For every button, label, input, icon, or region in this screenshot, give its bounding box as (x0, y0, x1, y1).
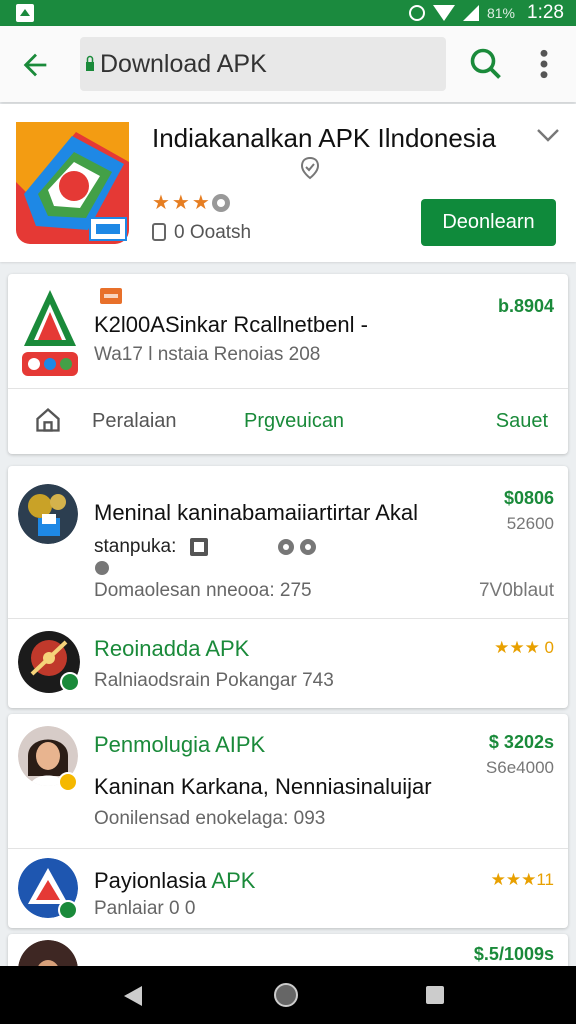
nav-back-icon[interactable] (124, 986, 142, 1006)
search-query: Download APK (100, 50, 267, 78)
search-icon[interactable] (468, 46, 504, 82)
info-icon (95, 561, 109, 575)
featured-subtitle: Wa17 l nstaia Renoias 208 (94, 344, 321, 365)
list-item[interactable]: Payionlasia APK Panlaiar 0 0 ★★★11 (8, 848, 568, 928)
list-item-title: Reoinadda APK (94, 636, 250, 661)
list-item[interactable]: Meninal kaninabamaiiartirtar Akal stanpu… (8, 466, 568, 618)
verified-shield-icon (300, 156, 320, 180)
back-arrow-icon[interactable] (18, 48, 52, 82)
app-header: Indiakanalkan APK Ilndonesia ★★★ 0 Ooats… (0, 104, 576, 262)
featured-title[interactable]: K2l00ASinkar Rcallnetbenl - (94, 312, 368, 338)
install-badge-icon (58, 900, 78, 920)
chevron-down-icon[interactable] (536, 126, 560, 144)
tab-peralaian[interactable]: Peralaian (92, 410, 177, 433)
list-item-subtitle: Domaolesan nneooa: 275 (94, 580, 312, 601)
list-item[interactable]: Penmolugia AIPK Kaninan Karkana, Nennias… (8, 714, 568, 848)
phone-icon (152, 223, 166, 241)
list-item-subtitle: Ralniaodsrain Pokangar 743 (94, 670, 334, 691)
list-item-count: 52600 (506, 514, 554, 533)
app-notification-icon (16, 4, 34, 22)
ad-badge-icon (100, 288, 122, 304)
list-item-title: Penmolugia AIPK (94, 732, 266, 757)
list-item-subtitle: Oonilensad enokelaga: 093 (94, 808, 326, 829)
install-button[interactable]: Deonlearn (421, 199, 556, 246)
wifi-icon (432, 5, 455, 21)
list-item-count: S6e4000 (485, 758, 554, 777)
list-item-price: $ 3202s (488, 732, 554, 752)
avatar (18, 484, 78, 544)
list-item-tagline: Kaninan Karkana, Nenniasinaluijar (94, 774, 432, 799)
status-bar: 81% 1:28 (0, 0, 576, 26)
alarm-icon (408, 5, 425, 21)
list-card-2: Penmolugia AIPK Kaninan Karkana, Nennias… (8, 714, 568, 928)
nav-home-icon[interactable] (274, 983, 298, 1007)
system-nav-bar (0, 966, 576, 1024)
featured-app-icon (22, 290, 78, 376)
search-input[interactable]: Download APK (80, 37, 446, 91)
status-icons-pair (278, 539, 316, 555)
app-rating-stars: ★★★ (152, 192, 212, 214)
list-item-title: Meninal kaninabamaiiartirtar Akal (94, 500, 419, 525)
tab-prgveuican[interactable]: Prgveuican (244, 410, 344, 433)
list-item-subtitle: Panlaiar 0 0 (94, 898, 196, 919)
coin-badge-icon (58, 772, 78, 792)
lock-icon (86, 55, 94, 71)
install-badge-icon (60, 672, 80, 692)
app-meta-text: 0 Ooatsh (174, 222, 252, 243)
list-item-rating: ★★★ 0 (494, 638, 554, 657)
list-item[interactable]: Reoinadda APK Ralniaodsrain Pokangar 743… (8, 618, 568, 708)
list-item-title-main: Payionlasia (94, 868, 207, 893)
app-logo-icon (16, 122, 129, 244)
featured-divider (8, 388, 568, 389)
list-card-1: Meninal kaninabamaiiartirtar Akal stanpu… (8, 466, 568, 708)
featured-card: K2l00ASinkar Rcallnetbenl - Wa17 l nstai… (8, 274, 568, 454)
tab-sauet[interactable]: Sauet (496, 410, 548, 433)
editors-choice-icon (212, 194, 230, 212)
app-size-meta: 0 Ooatsh (152, 222, 251, 244)
toolbar: Download APK (0, 26, 576, 102)
list-item-tagline: stanpuka: (94, 536, 177, 557)
home-icon[interactable] (34, 406, 62, 434)
featured-price: b.8904 (497, 296, 554, 316)
list-item-price: $0806 (503, 488, 554, 508)
list-item-price: $.5/1009s (473, 944, 554, 964)
battery-level: 81% (486, 5, 516, 21)
overflow-menu-icon[interactable] (530, 48, 558, 80)
nav-recents-icon[interactable] (426, 986, 444, 1004)
download-icon (190, 538, 208, 556)
list-item-title-accent: APK (211, 868, 256, 893)
list-item-title: Payionlasia APK (94, 868, 255, 894)
signal-icon (462, 5, 479, 21)
list-item-rating: ★★★11 (490, 870, 554, 889)
status-icons: 81% 1:28 (408, 2, 564, 24)
app-title: Indiakanalkan APK Ilndonesia (152, 123, 497, 153)
list-item-note: 7V0blaut (478, 580, 554, 601)
clock: 1:28 (527, 2, 564, 23)
